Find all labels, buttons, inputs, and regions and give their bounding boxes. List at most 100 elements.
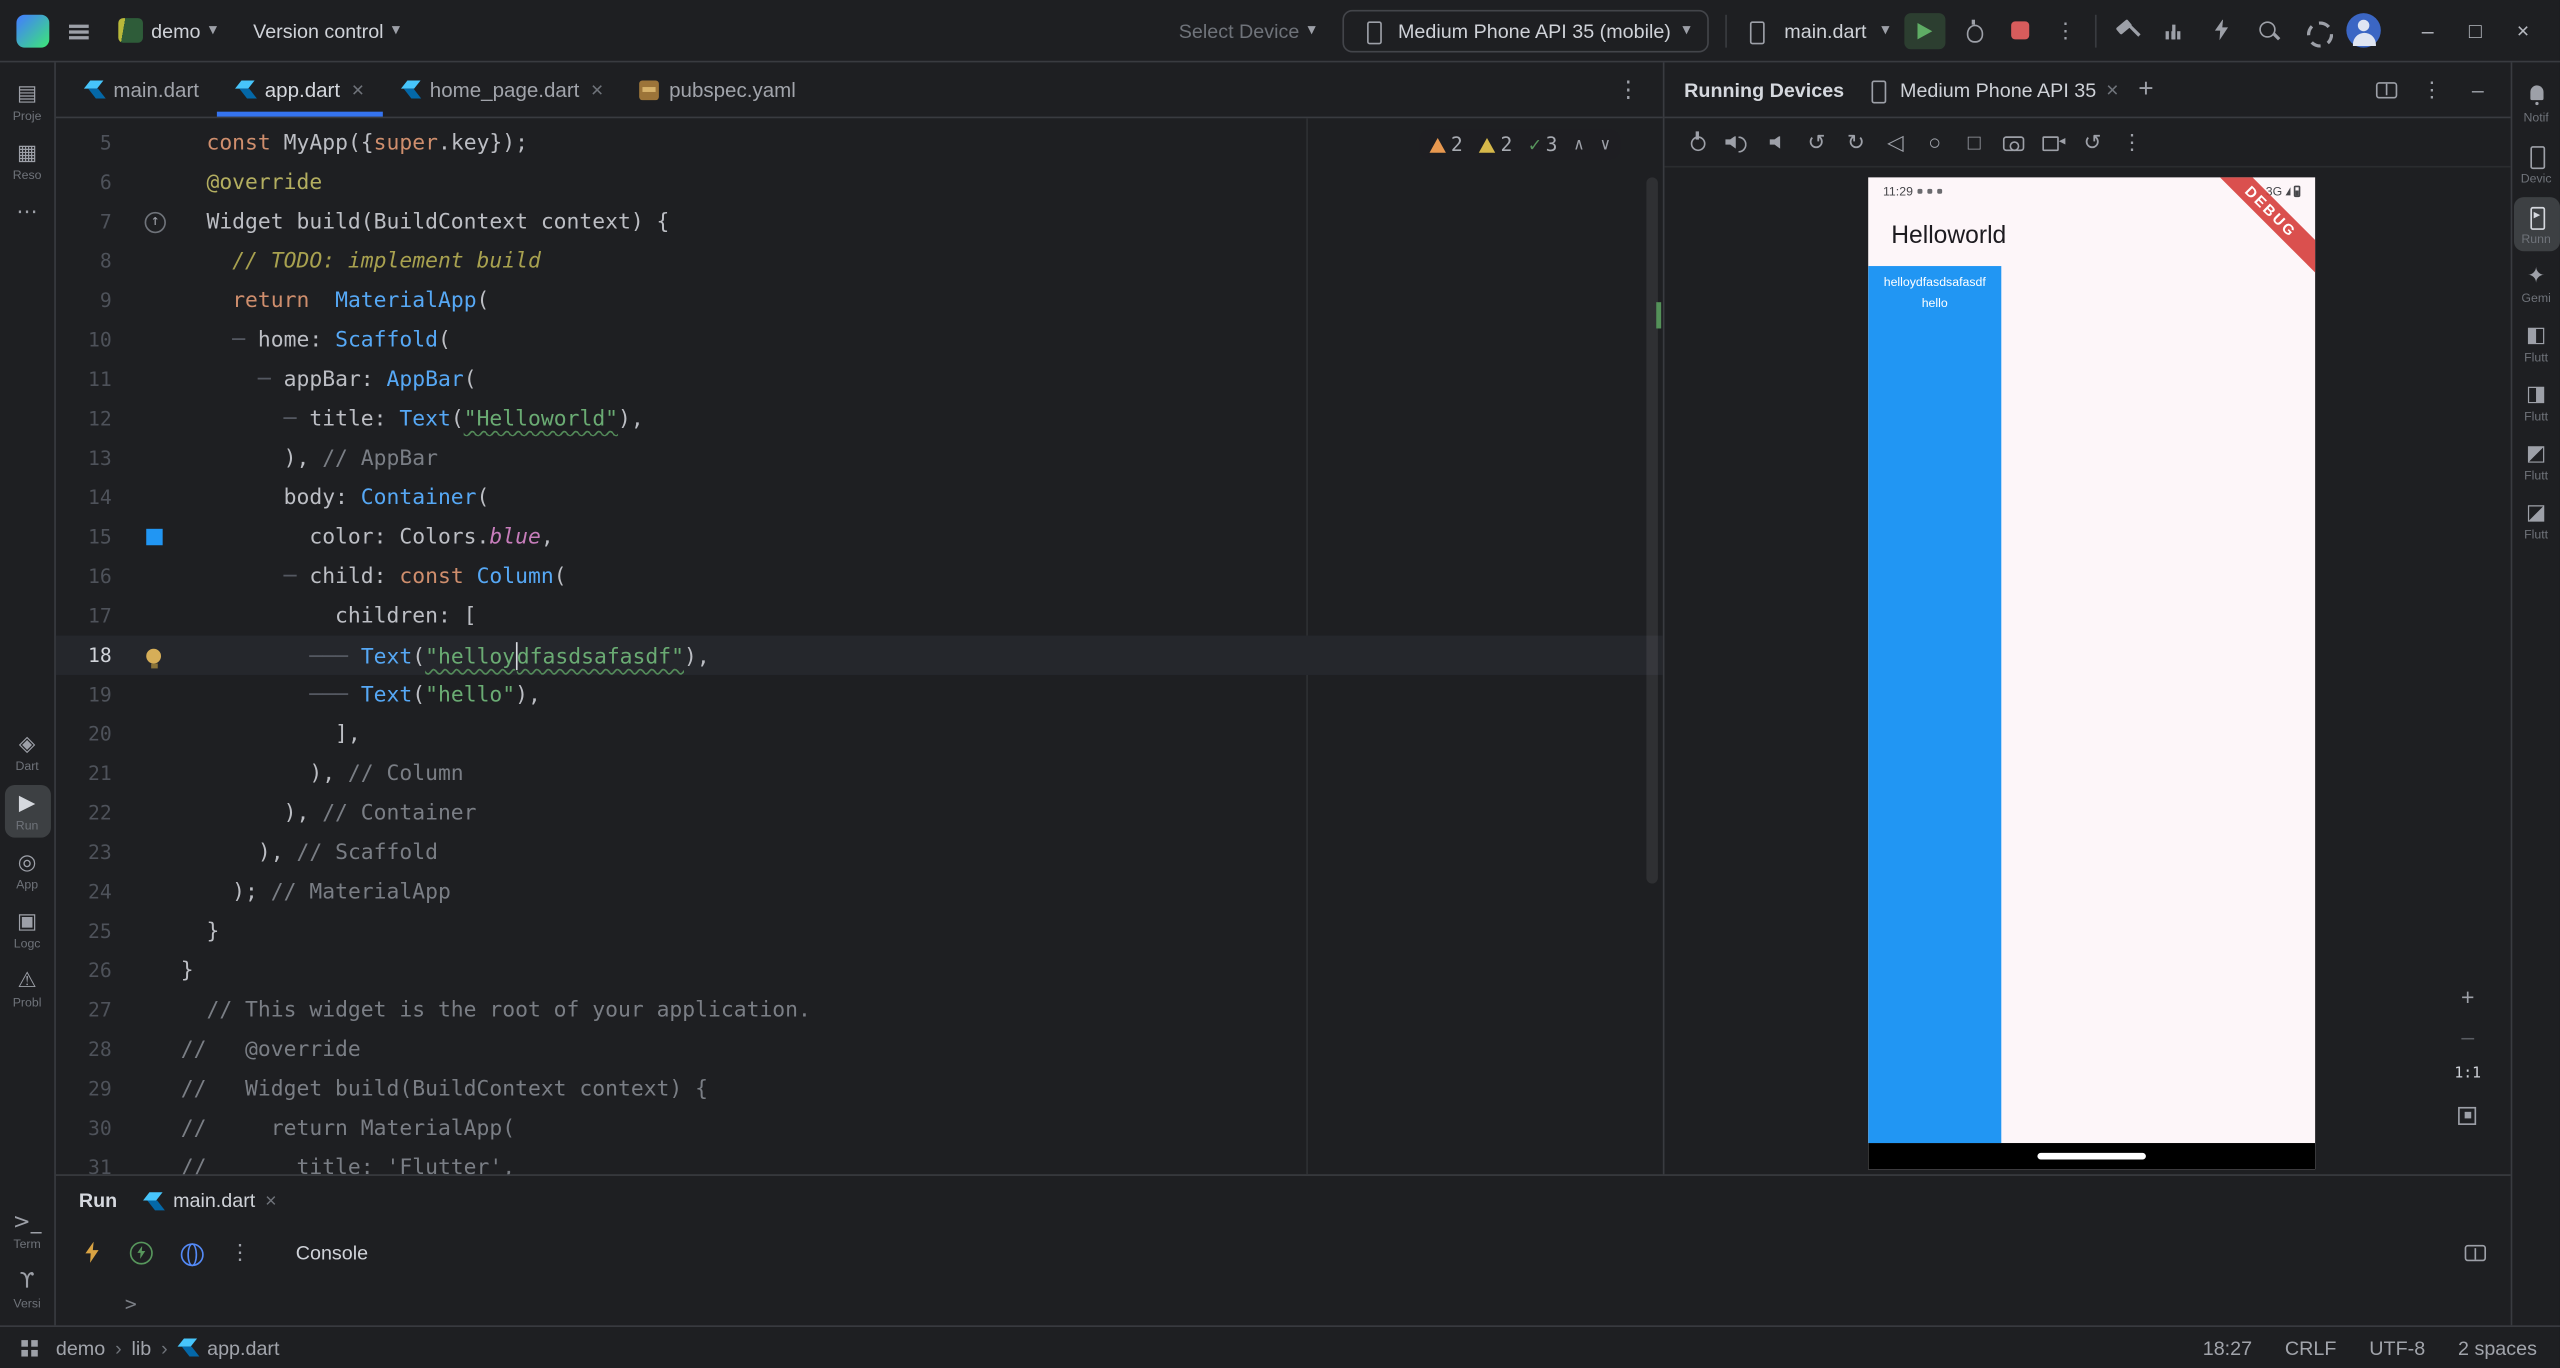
tool-stripe-flutter-property-editor[interactable]: ◪ Flutt xyxy=(2513,494,2559,547)
device-selector[interactable]: Medium Phone API 35 (mobile) ▾ xyxy=(1342,9,1709,52)
rotate-left-icon[interactable]: ↺ xyxy=(1802,129,1830,155)
close-tab-icon[interactable]: × xyxy=(2106,77,2118,102)
gesture-pill[interactable] xyxy=(2037,1152,2146,1160)
indent-style[interactable]: 2 spaces xyxy=(2458,1336,2537,1359)
tool-stripe-dart-analysis[interactable]: ◈ Dart xyxy=(4,726,50,779)
code-line-23[interactable]: 23 ), // Scaffold xyxy=(56,833,1663,872)
line-ending[interactable]: CRLF xyxy=(2285,1336,2337,1359)
code-line-16[interactable]: 16 ─ child: const Column( xyxy=(56,557,1663,596)
tool-stripe-flutter-performance[interactable]: ◩ Flutt xyxy=(2513,435,2559,488)
build-icon[interactable] xyxy=(2113,17,2139,43)
code-line-15[interactable]: 15 color: Colors.blue, xyxy=(56,517,1663,556)
search-everywhere-icon[interactable] xyxy=(2256,17,2282,43)
prev-problem-icon[interactable]: ∧ xyxy=(1574,135,1584,153)
crumb-demo[interactable]: demo xyxy=(56,1336,105,1359)
user-avatar[interactable] xyxy=(2346,13,2381,48)
intention-bulb-icon[interactable] xyxy=(146,647,162,668)
add-device-icon[interactable]: + xyxy=(2138,75,2153,105)
window-layout-icon[interactable] xyxy=(2373,76,2399,102)
tool-window-switcher-icon[interactable] xyxy=(16,1334,42,1360)
code-line-22[interactable]: 22 ), // Container xyxy=(56,793,1663,832)
tool-stripe-problems[interactable]: ⚠ Probl xyxy=(4,962,50,1015)
warnings-count[interactable]: 2 xyxy=(1429,133,1463,156)
code-line-31[interactable]: 31 // title: 'Flutter', xyxy=(56,1148,1663,1174)
weak-warnings-count[interactable]: 2 xyxy=(1479,133,1512,156)
code-line-19[interactable]: 19 ─── Text("hello"), xyxy=(56,675,1663,714)
code-line-24[interactable]: 24 ); // MaterialApp xyxy=(56,872,1663,911)
code-line-30[interactable]: 30 // return MaterialApp( xyxy=(56,1109,1663,1148)
rotate-right-icon[interactable]: ↻ xyxy=(1842,129,1870,155)
code-line-14[interactable]: 14 body: Container( xyxy=(56,478,1663,517)
tool-stripe-app-quality-insights[interactable]: ◎ App xyxy=(4,844,50,897)
vcs-widget[interactable]: Version control ▾ xyxy=(243,14,410,47)
run-config-label[interactable]: main.dart xyxy=(1784,19,1866,42)
power-icon[interactable] xyxy=(1684,129,1712,155)
stop-button[interactable] xyxy=(2001,12,2037,48)
zoom-ratio[interactable]: 1:1 xyxy=(2454,1066,2481,1082)
snapshot-icon[interactable]: ↺ xyxy=(2079,129,2107,155)
code-editor[interactable]: 5 const MyApp({super.key}); 6 @override 7 ↑… xyxy=(55,118,1663,1175)
tool-stripe-version-control[interactable]: ϒ Versi xyxy=(4,1263,50,1316)
editor-options-icon[interactable]: ⋮ xyxy=(1594,76,1663,104)
volume-up-icon[interactable] xyxy=(1724,129,1752,155)
code-line-17[interactable]: 17 children: [ xyxy=(56,596,1663,635)
more-icon[interactable]: ⋮ xyxy=(227,1240,253,1266)
run-tab[interactable]: main.dart × xyxy=(143,1189,277,1212)
open-devtools-icon[interactable] xyxy=(177,1240,204,1267)
code-line-27[interactable]: 27 // This widget is the root of your ap… xyxy=(56,990,1663,1029)
tool-stripe-project[interactable]: ▤ Proje xyxy=(4,76,50,129)
zoom-in-icon[interactable]: + xyxy=(2461,985,2474,1008)
scrollbar[interactable] xyxy=(1646,177,1658,884)
breadcrumb[interactable]: demo › lib › app.dart xyxy=(56,1336,280,1359)
code-line-28[interactable]: 28 // @override xyxy=(56,1030,1663,1069)
next-problem-icon[interactable]: ∨ xyxy=(1600,135,1610,153)
screen-record-icon[interactable] xyxy=(2039,129,2067,155)
layout-settings-icon[interactable] xyxy=(2461,1240,2487,1266)
hot-reload-icon[interactable] xyxy=(79,1240,105,1266)
console-prompt[interactable]: > xyxy=(56,1281,2511,1325)
tool-stripe-logcat[interactable]: ▣ Logc xyxy=(4,903,50,956)
more-icon[interactable]: ⋮ xyxy=(2419,76,2445,102)
code-line-6[interactable]: 6 @override xyxy=(56,163,1663,202)
close-tab-icon[interactable]: × xyxy=(591,77,603,102)
crumb-lib[interactable]: lib xyxy=(131,1336,151,1359)
color-preview-swatch[interactable] xyxy=(146,528,163,546)
tab-app.dart[interactable]: app.dart × xyxy=(217,62,383,117)
tool-stripe-flutter-inspector[interactable]: ◨ Flutt xyxy=(2513,376,2559,429)
tool-stripe-device-manager[interactable]: Devic xyxy=(2513,136,2559,190)
code-line-11[interactable]: 11 ─ appBar: AppBar( xyxy=(56,360,1663,399)
code-line-12[interactable]: 12 ─ title: Text("Helloworld"), xyxy=(56,399,1663,438)
override-marker-icon[interactable]: ↑ xyxy=(144,211,166,233)
code-line-18[interactable]: 18 ─── Text("helloy dfasdsafasdf"), xyxy=(55,635,1663,675)
volume-down-icon[interactable] xyxy=(1763,129,1791,155)
code-line-8[interactable]: 8 // TODO: implement build xyxy=(56,241,1663,280)
code-line-9[interactable]: 9 return MaterialApp( xyxy=(56,281,1663,320)
code-line-10[interactable]: 10 ─ home: Scaffold( xyxy=(56,320,1663,359)
code-line-7[interactable]: 7 ↑ Widget build(BuildContext context) { xyxy=(56,202,1663,241)
console-tab[interactable]: Console xyxy=(296,1242,368,1265)
zoom-out-icon[interactable]: – xyxy=(2461,1025,2474,1048)
inspection-widget[interactable]: 2 2 ✓ 3 ∧ ∨ xyxy=(1419,129,1621,160)
select-device-dropdown[interactable]: Select Device ▾ xyxy=(1169,14,1326,47)
tool-stripe-notifications[interactable]: Notif xyxy=(2513,76,2559,130)
main-menu-icon[interactable] xyxy=(66,17,92,43)
screenshot-icon[interactable] xyxy=(2000,129,2028,155)
tool-stripe-running-devices[interactable]: Runn xyxy=(2513,197,2560,252)
profiler-icon[interactable] xyxy=(2161,17,2187,43)
tool-stripe-gemini[interactable]: ✦ Gemi xyxy=(2513,258,2559,311)
hide-panel-icon[interactable]: – xyxy=(2465,76,2491,102)
minimize-button[interactable]: – xyxy=(2404,7,2452,53)
crumb-app.dart[interactable]: app.dart xyxy=(207,1336,279,1359)
tool-stripe-resource-manager[interactable]: ▦ Reso xyxy=(4,135,50,188)
run-button[interactable] xyxy=(1904,12,1946,49)
debug-button[interactable] xyxy=(1960,17,1986,43)
caret-position[interactable]: 18:27 xyxy=(2203,1336,2252,1359)
device-tab[interactable]: Medium Phone API 35 × xyxy=(1864,76,2119,103)
tool-stripe-run[interactable]: ▶ Run xyxy=(4,785,51,838)
fit-screen-icon[interactable] xyxy=(2455,1102,2481,1128)
close-tab-icon[interactable]: × xyxy=(352,77,364,102)
typos-count[interactable]: ✓ 3 xyxy=(1529,133,1558,156)
tool-stripe-terminal[interactable]: >_ Term xyxy=(4,1204,50,1257)
more-actions-icon[interactable]: ⋮ xyxy=(2052,17,2078,43)
overview-icon[interactable]: □ xyxy=(1960,129,1988,155)
